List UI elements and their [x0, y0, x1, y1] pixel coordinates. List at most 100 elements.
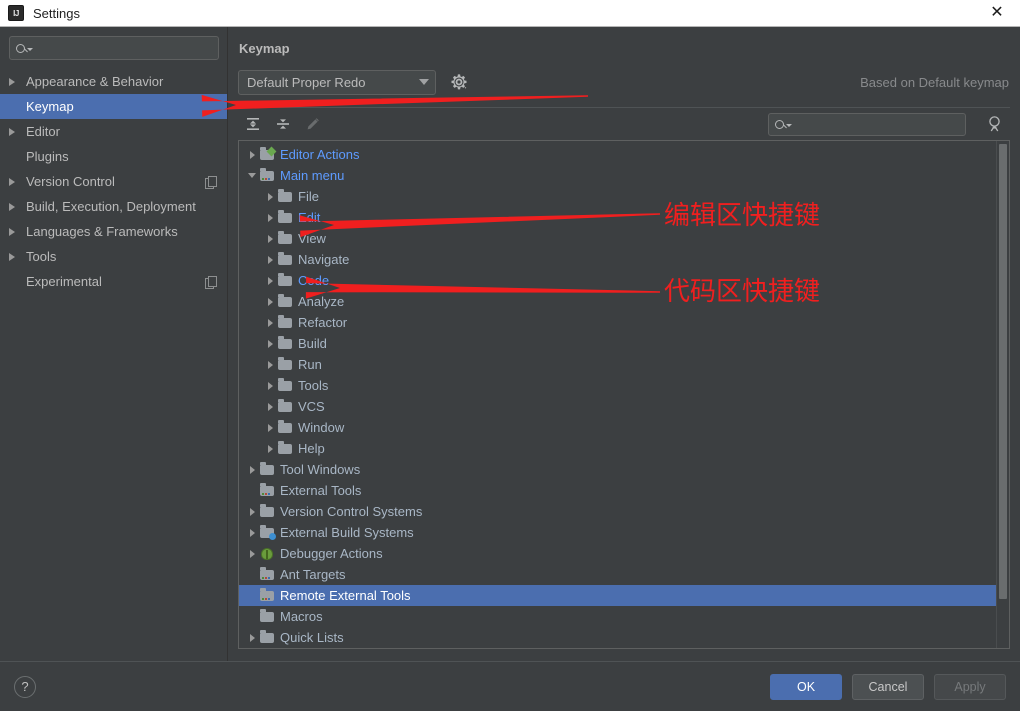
sidebar-item-label: Editor [26, 124, 60, 139]
chevron-right-icon[interactable] [263, 213, 277, 222]
tree-item-label: Version Control Systems [280, 504, 423, 519]
tree-item-label: VCS [298, 399, 325, 414]
sidebar-search-wrap [0, 36, 227, 60]
chevron-right-icon[interactable] [9, 227, 22, 236]
folder-icon [259, 609, 275, 624]
chevron-right-icon[interactable] [263, 360, 277, 369]
folder-build-icon [259, 525, 276, 540]
close-icon[interactable]: ✕ [980, 0, 1014, 26]
help-button[interactable]: ? [14, 675, 36, 698]
project-scope-icon [205, 175, 217, 189]
chevron-right-icon[interactable] [245, 465, 259, 474]
window-title: Settings [33, 5, 80, 21]
apply-button[interactable]: Apply [934, 673, 1006, 700]
tree-item[interactable]: External Build Systems [239, 522, 996, 543]
gear-icon[interactable] [450, 73, 468, 91]
sidebar-item-tools[interactable]: Tools [0, 244, 227, 269]
tree-item[interactable]: Ant Targets [239, 564, 996, 585]
shortcut-search-input[interactable] [792, 117, 959, 131]
chevron-right-icon[interactable] [263, 234, 277, 243]
folder-edit-icon [259, 146, 277, 162]
ok-button[interactable]: OK [770, 673, 842, 700]
chevron-right-icon[interactable] [263, 402, 277, 411]
chevron-down-icon[interactable] [245, 173, 259, 178]
tree-item[interactable]: File [239, 186, 996, 207]
tree-item[interactable]: Version Control Systems [239, 501, 996, 522]
folder-icon [277, 294, 293, 309]
chevron-right-icon[interactable] [245, 528, 259, 537]
chevron-right-icon[interactable] [245, 507, 259, 516]
tree-item[interactable]: Code [239, 270, 996, 291]
chevron-right-icon[interactable] [245, 549, 259, 558]
chevron-right-icon[interactable] [263, 192, 277, 201]
tree-item[interactable]: Build [239, 333, 996, 354]
chevron-right-icon[interactable] [263, 318, 277, 327]
tree-scrollbar-thumb[interactable] [999, 144, 1007, 599]
chevron-right-icon[interactable] [263, 297, 277, 306]
collapse-all-icon[interactable] [271, 112, 295, 136]
chevron-right-icon[interactable] [9, 177, 22, 186]
chevron-right-icon[interactable] [263, 381, 277, 390]
tree-item[interactable]: Quick Lists [239, 627, 996, 648]
sidebar-item-label: Plugins [26, 149, 69, 164]
chevron-right-icon[interactable] [245, 633, 259, 642]
tree-item[interactable]: Tools [239, 375, 996, 396]
keymap-select-value: Default Proper Redo [247, 74, 366, 90]
sidebar-item-appearance-behavior[interactable]: Appearance & Behavior [0, 69, 227, 94]
sidebar-item-label: Keymap [26, 99, 74, 114]
tree-item[interactable]: Main menu [239, 165, 996, 186]
folder-icon [259, 630, 275, 645]
tree-item[interactable]: Remote External Tools [239, 585, 996, 606]
tree-item-label: Macros [280, 609, 323, 624]
edit-shortcut-icon[interactable] [301, 112, 325, 136]
tree-item[interactable]: External Tools [239, 480, 996, 501]
tree-item[interactable]: Macros [239, 606, 996, 627]
tree-item[interactable]: Tool Windows [239, 459, 996, 480]
cancel-button[interactable]: Cancel [852, 673, 924, 700]
sidebar-item-version-control[interactable]: Version Control [0, 169, 227, 194]
chevron-right-icon[interactable] [263, 255, 277, 264]
expand-all-icon[interactable] [241, 112, 265, 136]
tree-item[interactable]: Edit [239, 207, 996, 228]
shortcut-search-box[interactable] [768, 112, 966, 136]
folder-icon [277, 210, 293, 225]
tree-item[interactable]: Help [239, 438, 996, 459]
chevron-right-icon[interactable] [263, 423, 277, 432]
folder-icon [259, 504, 275, 519]
tree-item[interactable]: Navigate [239, 249, 996, 270]
tree-scrollbar[interactable] [996, 141, 1009, 648]
chevron-right-icon[interactable] [9, 202, 22, 211]
chevron-right-icon[interactable] [263, 444, 277, 453]
tree-item-label: Run [298, 357, 322, 372]
bug-icon [259, 547, 275, 561]
sidebar-item-editor[interactable]: Editor [0, 119, 227, 144]
chevron-right-icon[interactable] [263, 276, 277, 285]
sidebar-item-languages-frameworks[interactable]: Languages & Frameworks [0, 219, 227, 244]
page-title: Keymap [239, 41, 290, 56]
folder-icon [277, 420, 293, 435]
sidebar-item-keymap[interactable]: Keymap [0, 94, 227, 119]
chevron-right-icon[interactable] [9, 252, 22, 261]
keymap-select[interactable]: Default Proper Redo [238, 69, 436, 95]
search-input[interactable] [33, 41, 212, 55]
find-by-shortcut-icon[interactable] [982, 112, 1008, 136]
tree-item[interactable]: VCS [239, 396, 996, 417]
keymap-tree[interactable]: Editor Actions Main menu File Edit View Navig… [239, 141, 996, 648]
chevron-right-icon[interactable] [9, 77, 22, 86]
tree-item-label: Code [298, 273, 330, 288]
sidebar-item-plugins[interactable]: Plugins [0, 144, 227, 169]
tree-item[interactable]: Editor Actions [239, 144, 996, 165]
tree-item[interactable]: View [239, 228, 996, 249]
tree-item[interactable]: Window [239, 417, 996, 438]
chevron-right-icon[interactable] [9, 127, 22, 136]
chevron-right-icon[interactable] [245, 150, 259, 159]
tree-item[interactable]: Run [239, 354, 996, 375]
tree-item[interactable]: Refactor [239, 312, 996, 333]
tree-item[interactable]: Analyze [239, 291, 996, 312]
sidebar-item-build-execution-deployment[interactable]: Build, Execution, Deployment [0, 194, 227, 219]
chevron-right-icon[interactable] [263, 339, 277, 348]
keymap-controls-row: Default Proper Redo Based on Default key… [238, 69, 1010, 95]
sidebar-item-experimental[interactable]: Experimental [0, 269, 227, 294]
sidebar-search-box[interactable] [9, 36, 219, 60]
tree-item[interactable]: Debugger Actions [239, 543, 996, 564]
